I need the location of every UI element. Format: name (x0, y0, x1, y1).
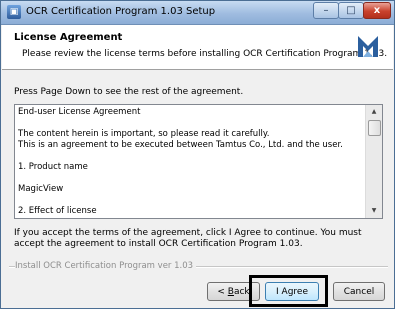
license-blank-line (18, 118, 363, 129)
page-title: License Agreement (14, 32, 123, 43)
scroll-thumb[interactable] (368, 120, 381, 136)
maximize-button[interactable]: □ (338, 2, 364, 19)
brand-logo-icon (358, 36, 378, 57)
page-subtitle: Please review the license terms before i… (22, 49, 388, 59)
close-button[interactable]: x (363, 2, 391, 19)
license-line: The content herein is important, so plea… (18, 129, 270, 139)
accept-instructions: If you accept the terms of the agreement… (14, 228, 362, 249)
license-blank-line (18, 151, 363, 162)
installer-icon: ▣ (7, 5, 21, 19)
setup-window: ▣ OCR Certification Program 1.03 Setup –… (0, 0, 395, 309)
window-title: OCR Certification Program 1.03 Setup (26, 6, 216, 17)
scroll-down-arrow-icon[interactable]: ▼ (366, 204, 382, 218)
cancel-button[interactable]: Cancel (333, 282, 385, 301)
license-blank-line (18, 173, 363, 184)
license-text-area[interactable]: End-user License Agreement The content he… (14, 104, 383, 219)
license-text: End-user License Agreement The content he… (18, 107, 363, 217)
scroll-up-arrow-icon[interactable]: ▲ (366, 105, 382, 119)
license-scrollbar[interactable]: ▲ ▼ (365, 105, 382, 218)
title-bar[interactable]: ▣ OCR Certification Program 1.03 Setup –… (1, 1, 394, 25)
license-line: 2. Effect of license (18, 206, 97, 216)
minimize-button[interactable]: – (313, 2, 339, 19)
license-line: MagicView (18, 184, 64, 194)
agree-button-highlight (249, 275, 328, 307)
license-line: End-user License Agreement (18, 107, 141, 117)
license-blank-line (18, 195, 363, 206)
footer-branding: Install OCR Certification Program ver 1.… (15, 261, 197, 271)
page-header: License Agreement Please review the lice… (2, 25, 393, 70)
license-line: 1. Product name (18, 162, 88, 172)
license-line: This is an agreement to be executed betw… (18, 140, 343, 150)
scroll-instruction: Press Page Down to see the rest of the a… (14, 87, 244, 97)
